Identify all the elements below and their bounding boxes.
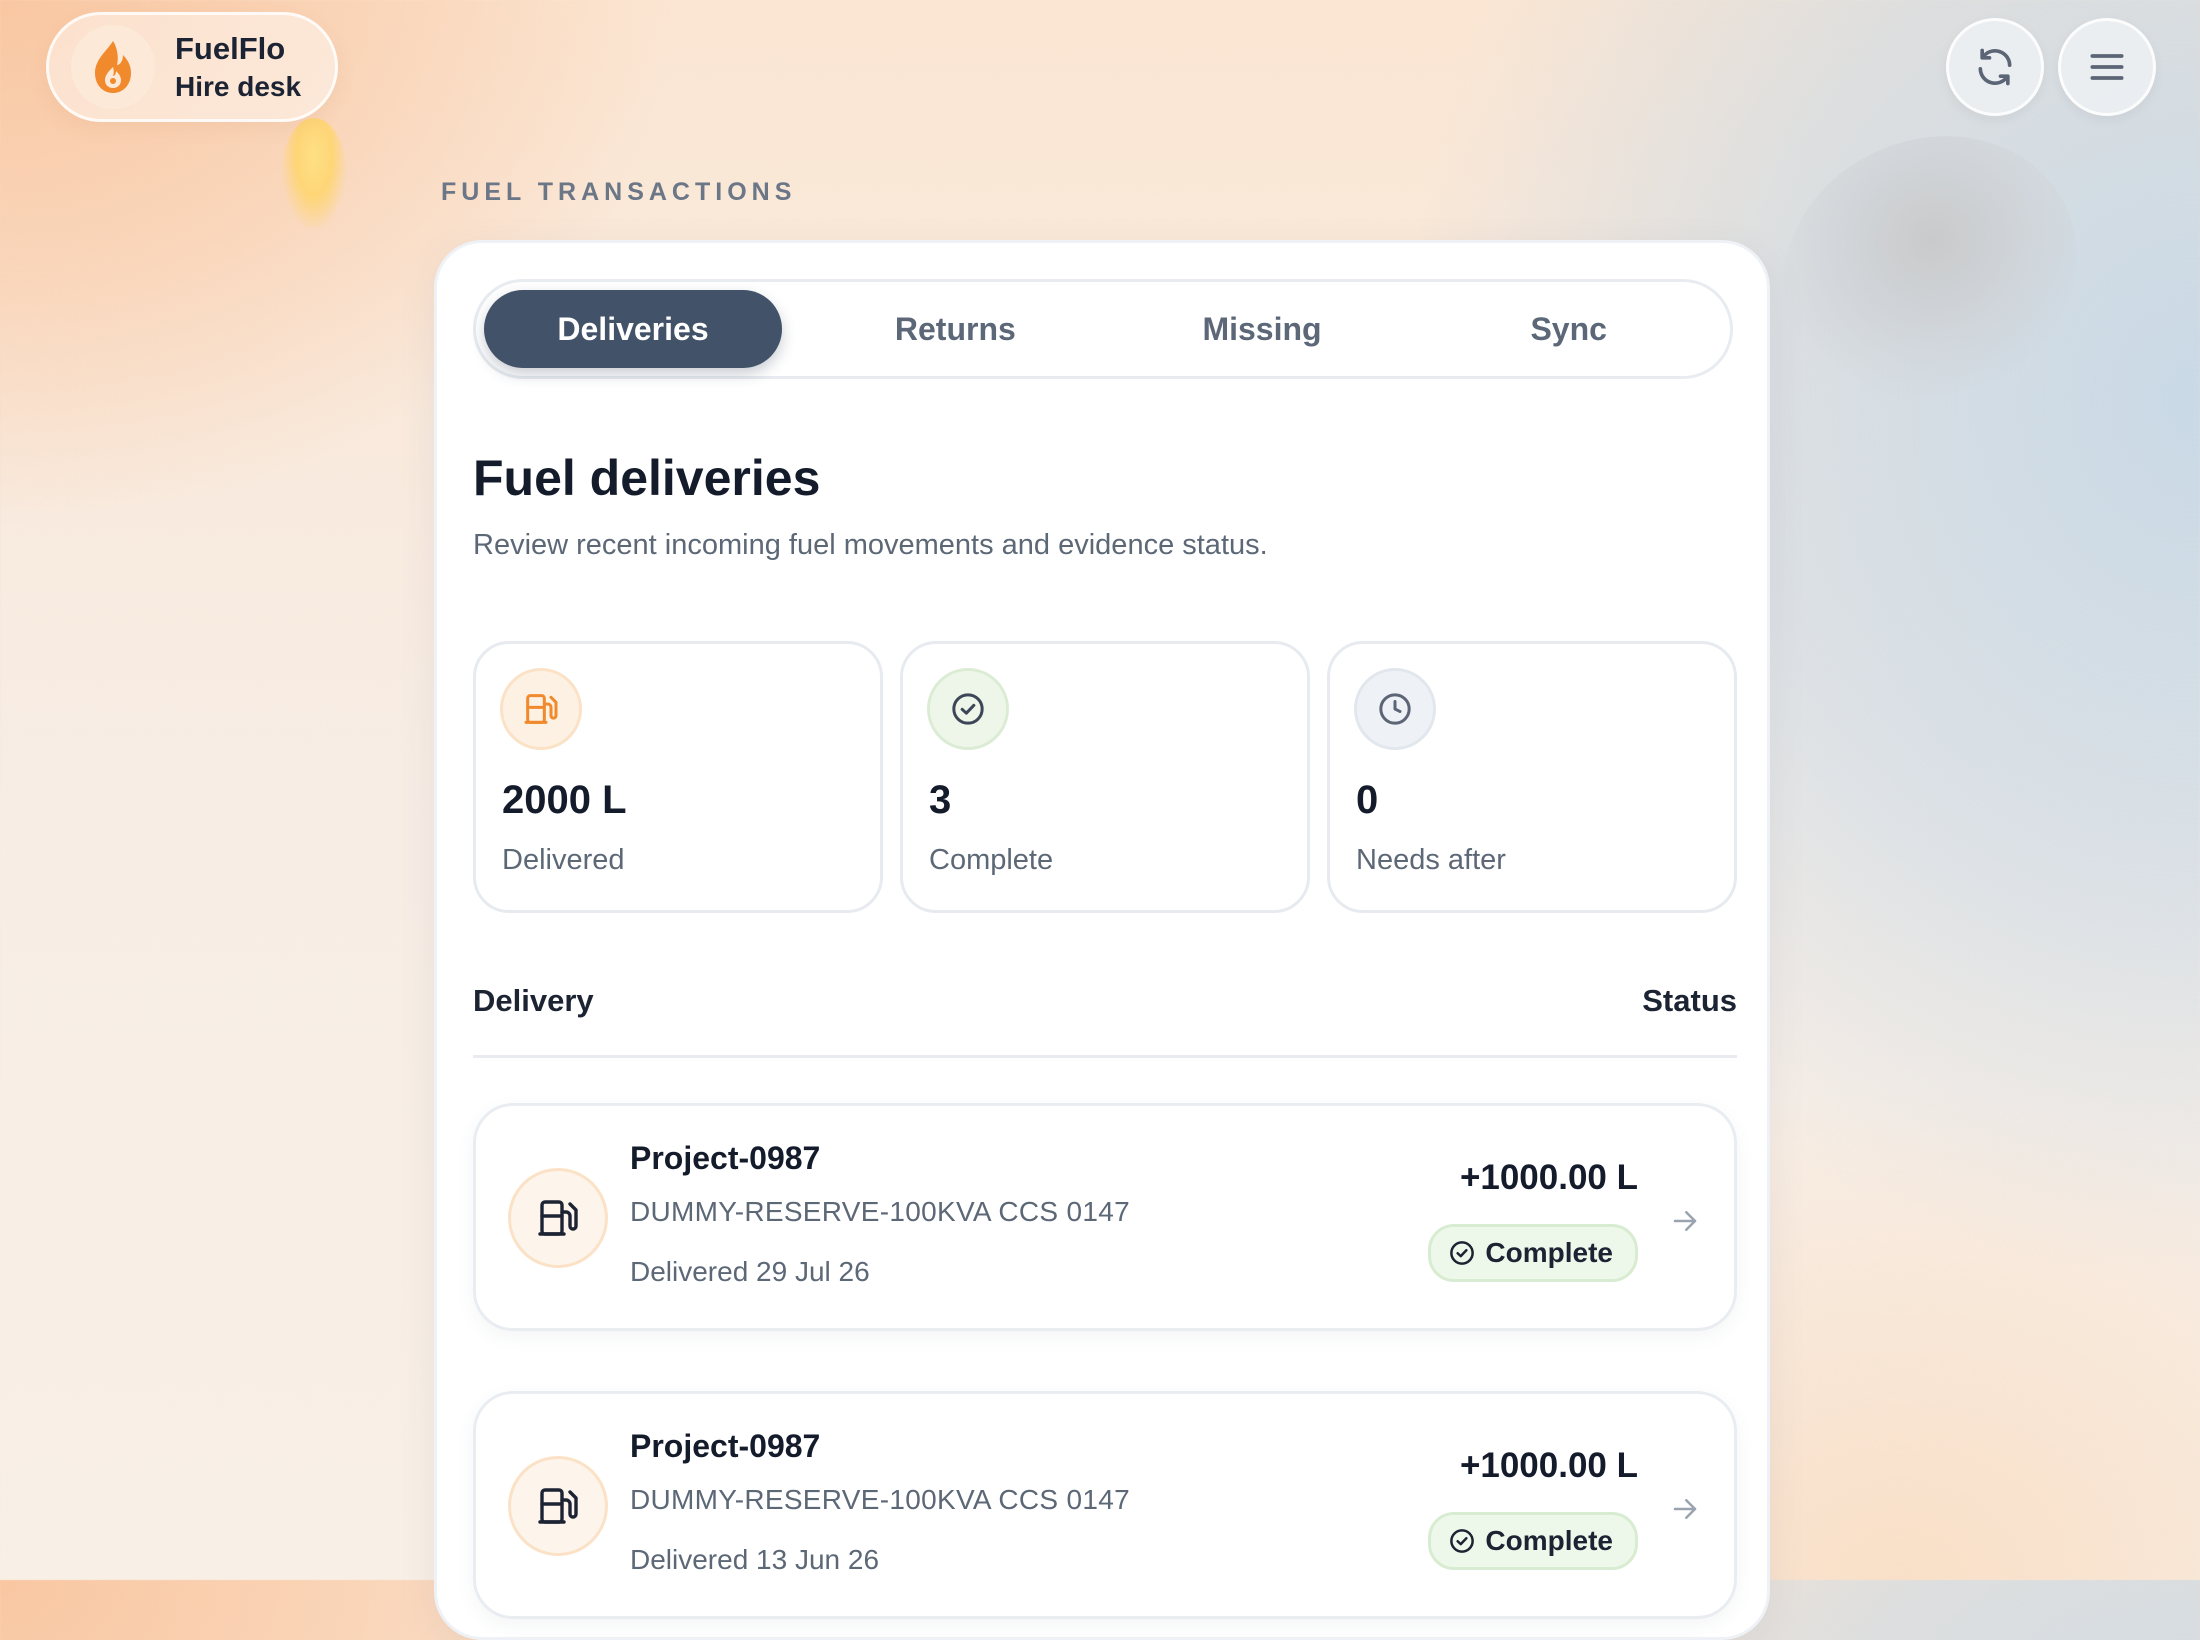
brand-name: FuelFlo bbox=[175, 30, 286, 66]
check-circle-icon bbox=[1450, 1241, 1475, 1265]
tab-bar: Deliveries Returns Missing Sync bbox=[473, 279, 1733, 379]
delivery-asset: DUMMY-RESERVE-100KVA CCS 0147 bbox=[630, 1196, 1130, 1227]
decorative-blob-grey bbox=[1739, 88, 2121, 452]
stat-card-complete: 3 Complete bbox=[900, 641, 1310, 913]
stat-value-needs-after: 0 bbox=[1356, 778, 1379, 822]
stat-label-complete: Complete bbox=[929, 844, 1054, 876]
fuel-pump-icon bbox=[508, 1168, 608, 1268]
section-label: FUEL TRANSACTIONS bbox=[441, 178, 797, 206]
stat-label-needs-after: Needs after bbox=[1356, 844, 1506, 876]
fuel-pump-icon bbox=[500, 668, 582, 750]
refresh-button[interactable] bbox=[1946, 18, 2044, 116]
column-header-status: Status bbox=[1642, 983, 1737, 1018]
tab-sync[interactable]: Sync bbox=[1415, 290, 1722, 368]
arrow-right-icon[interactable] bbox=[1670, 1206, 1700, 1236]
arrow-right-icon[interactable] bbox=[1670, 1494, 1700, 1524]
page-title: Fuel deliveries bbox=[473, 450, 821, 506]
page-subtitle: Review recent incoming fuel movements an… bbox=[473, 529, 1268, 561]
stat-card-needs-after: 0 Needs after bbox=[1327, 641, 1737, 913]
refresh-icon bbox=[1978, 48, 2012, 86]
transactions-card: Deliveries Returns Missing Sync Fuel del… bbox=[434, 240, 1770, 1640]
tab-returns[interactable]: Returns bbox=[802, 290, 1109, 368]
delivery-project: Project-0987 bbox=[630, 1140, 821, 1176]
flame-logo-icon bbox=[71, 25, 155, 109]
delivery-amount: +1000.00 L bbox=[1459, 1446, 1638, 1485]
delivery-date: Delivered 13 Jun 26 bbox=[630, 1544, 880, 1575]
status-badge: Complete bbox=[1428, 1512, 1638, 1570]
brand-pill[interactable]: FuelFlo Hire desk bbox=[46, 12, 338, 122]
status-label: Complete bbox=[1485, 1525, 1613, 1556]
check-circle-icon bbox=[927, 668, 1009, 750]
clock-icon bbox=[1354, 668, 1436, 750]
status-label: Complete bbox=[1485, 1237, 1613, 1268]
brand-subtitle: Hire desk bbox=[175, 70, 302, 102]
tab-deliveries[interactable]: Deliveries bbox=[484, 290, 782, 368]
stat-value-complete: 3 bbox=[929, 778, 952, 822]
stat-card-delivered: 2000 L Delivered bbox=[473, 641, 883, 913]
list-header: Delivery Status bbox=[473, 983, 1737, 1058]
check-circle-icon bbox=[1450, 1529, 1475, 1553]
column-header-delivery: Delivery bbox=[473, 983, 594, 1018]
delivery-amount: +1000.00 L bbox=[1459, 1158, 1638, 1197]
stats-row: 2000 L Delivered 3 Complete 0 Needs afte… bbox=[473, 641, 1737, 913]
delivery-asset: DUMMY-RESERVE-100KVA CCS 0147 bbox=[630, 1484, 1130, 1515]
stat-label-delivered: Delivered bbox=[502, 844, 625, 876]
tab-missing[interactable]: Missing bbox=[1109, 290, 1416, 368]
menu-button[interactable] bbox=[2058, 18, 2156, 116]
delivery-project: Project-0987 bbox=[630, 1428, 821, 1464]
delivery-row[interactable]: Project-0987 DUMMY-RESERVE-100KVA CCS 01… bbox=[473, 1103, 1737, 1331]
delivery-date: Delivered 29 Jul 26 bbox=[630, 1256, 870, 1287]
stat-value-delivered: 2000 L bbox=[502, 778, 627, 822]
decorative-blob-yellow bbox=[282, 118, 346, 228]
fuel-pump-icon bbox=[508, 1456, 608, 1556]
status-badge: Complete bbox=[1428, 1224, 1638, 1282]
hamburger-menu-icon bbox=[2090, 54, 2124, 80]
delivery-row[interactable]: Project-0987 DUMMY-RESERVE-100KVA CCS 01… bbox=[473, 1391, 1737, 1619]
